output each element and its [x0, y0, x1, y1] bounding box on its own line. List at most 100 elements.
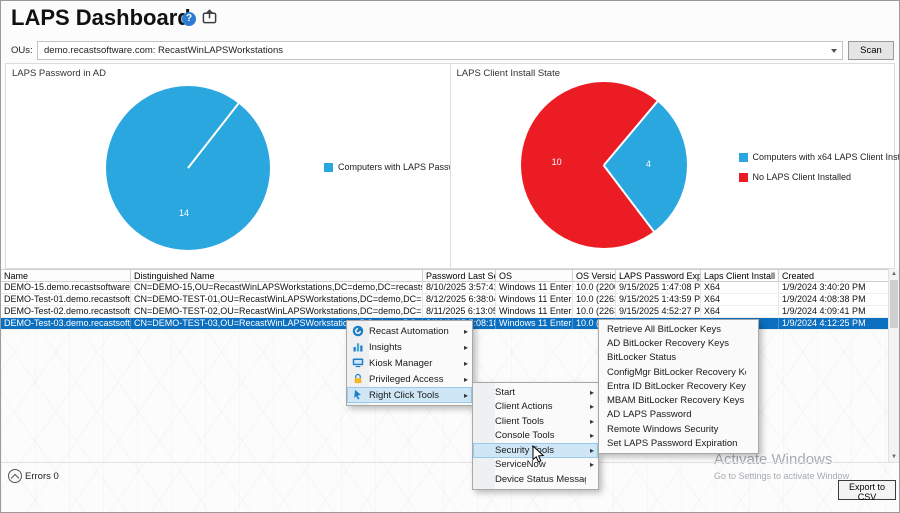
menu-item-recast-automation[interactable]: Recast Automation▸ — [347, 323, 472, 339]
laps-password-legend: Computers with LAPS Password — [324, 162, 468, 172]
menu-item-label: Start — [495, 387, 586, 398]
table-cell: X64 — [701, 294, 779, 305]
table-cell: 8/10/2025 3:57:41 AM — [423, 282, 496, 293]
table-cell: 10.0 (22631) — [573, 294, 616, 305]
menu-item-right-click-tools[interactable]: Right Click Tools▸ — [347, 387, 472, 403]
menu-item-ad-bitlocker-recovery-keys[interactable]: AD BitLocker Recovery Keys — [599, 336, 758, 350]
table-cell: X64 — [701, 306, 779, 317]
pie-value-label: 4 — [640, 159, 656, 169]
table-cell: 1/9/2024 4:12:25 PM — [779, 318, 889, 329]
menu-item-label: BitLocker Status — [607, 352, 746, 363]
legend-item: No LAPS Client Installed — [739, 172, 900, 182]
column-header-laps-password-expiration[interactable]: LAPS Password Expiration — [616, 269, 701, 282]
column-header-name[interactable]: Name — [1, 269, 131, 282]
laps-password-pie-chart: 14 — [106, 86, 270, 250]
popout-icon[interactable] — [202, 9, 217, 29]
menu-item-security-tools[interactable]: Security Tools▸ — [473, 443, 598, 458]
table-scrollbar[interactable]: ▲ ▼ — [888, 269, 899, 462]
table-cell: 10.0 (22000) — [573, 282, 616, 293]
legend-swatch — [739, 173, 748, 182]
column-header-laps-client-install-state[interactable]: Laps Client Install State — [701, 269, 779, 282]
laps-password-chart-panel: LAPS Password in AD 14 Computers with LA… — [6, 64, 450, 268]
table-cell: 8/11/2025 6:13:05 PM — [423, 306, 496, 317]
menu-item-label: Console Tools — [495, 430, 586, 441]
right-click-tools-submenu: Start▸Client Actions▸Client Tools▸Consol… — [472, 382, 599, 490]
column-header-created[interactable]: Created — [779, 269, 889, 282]
menu-item-start[interactable]: Start▸ — [473, 385, 598, 400]
menu-item-label: Recast Automation — [369, 326, 460, 337]
pie-value-label: 14 — [176, 208, 192, 218]
table-cell: Windows 11 Enterprise — [496, 306, 573, 317]
table-cell: X64 — [701, 282, 779, 293]
pie-value-label: 10 — [549, 157, 565, 167]
menu-item-bitlocker-status[interactable]: BitLocker Status — [599, 351, 758, 365]
table-row[interactable]: DEMO-Test-02.demo.recastsoftware.comCN=D… — [1, 306, 889, 318]
chevron-down-icon — [831, 49, 837, 53]
ou-select[interactable]: demo.recastsoftware.com: RecastWinLAPSWo… — [37, 41, 843, 60]
menu-item-console-tools[interactable]: Console Tools▸ — [473, 429, 598, 444]
menu-item-client-tools[interactable]: Client Tools▸ — [473, 414, 598, 429]
help-icon[interactable]: ? — [182, 12, 196, 26]
table-cell: CN=DEMO-15,OU=RecastWinLAPSWorkstations,… — [131, 282, 423, 293]
table-cell: 10.0 (22631) — [573, 306, 616, 317]
menu-item-privileged-access[interactable]: Privileged Access▸ — [347, 371, 472, 387]
column-header-os-version[interactable]: OS Version — [573, 269, 616, 282]
menu-item-retrieve-all-bitlocker-keys[interactable]: Retrieve All BitLocker Keys — [599, 322, 758, 336]
table-cell: 1/9/2024 3:40:20 PM — [779, 282, 889, 293]
menu-item-kiosk-manager[interactable]: Kiosk Manager▸ — [347, 355, 472, 371]
menu-item-set-laps-password-expiration[interactable]: Set LAPS Password Expiration — [599, 436, 758, 450]
pie-slice-divider — [603, 165, 654, 232]
menu-item-configmgr-bitlocker-recovery-keys[interactable]: ConfigMgr BitLocker Recovery Keys — [599, 365, 758, 379]
submenu-arrow-icon: ▸ — [586, 417, 594, 426]
menu-item-entra-id-bitlocker-recovery-keys[interactable]: Entra ID BitLocker Recovery Keys — [599, 379, 758, 393]
insights-icon — [347, 341, 369, 353]
submenu-arrow-icon: ▸ — [460, 359, 468, 368]
column-header-password-last-set[interactable]: Password Last Set — [423, 269, 496, 282]
table-row[interactable]: DEMO-15.demo.recastsoftware.comCN=DEMO-1… — [1, 282, 889, 294]
table-cell: 9/15/2025 1:47:08 PM — [616, 282, 701, 293]
client-install-legend: Computers with x64 LAPS Client Installed… — [739, 152, 900, 182]
menu-item-label: Client Tools — [495, 416, 586, 427]
menu-item-label: ServiceNow — [495, 459, 586, 470]
scroll-down-icon[interactable]: ▼ — [889, 452, 899, 462]
table-cell: CN=DEMO-TEST-02,OU=RecastWinLAPSWorkstat… — [131, 306, 423, 317]
export-to-csv-button[interactable]: Export to CSV — [838, 480, 896, 500]
scrollbar-thumb[interactable] — [890, 280, 898, 328]
table-cell: 1/9/2024 4:08:38 PM — [779, 294, 889, 305]
menu-item-device-status-messages[interactable]: Device Status Messages — [473, 472, 598, 487]
menu-item-servicenow[interactable]: ServiceNow▸ — [473, 458, 598, 473]
column-header-os[interactable]: OS — [496, 269, 573, 282]
table-cell: Windows 11 Enterprise — [496, 282, 573, 293]
menu-item-label: AD BitLocker Recovery Keys — [607, 338, 746, 349]
ous-label: OUs: — [11, 45, 33, 56]
menu-item-label: Set LAPS Password Expiration — [607, 438, 746, 449]
scroll-up-icon[interactable]: ▲ — [889, 269, 899, 279]
table-cell: CN=DEMO-TEST-01,OU=RecastWinLAPSWorkstat… — [131, 294, 423, 305]
client-install-pie-chart: 4 10 — [521, 82, 687, 248]
table-cell: DEMO-Test-01.demo.recastsoftware.com — [1, 294, 131, 305]
pie-slice-divider — [603, 101, 658, 166]
table-cell: Windows 11 Enterprise — [496, 294, 573, 305]
menu-item-remote-windows-security[interactable]: Remote Windows Security — [599, 422, 758, 436]
errors-count-label: Errors 0 — [25, 471, 59, 482]
menu-item-label: Kiosk Manager — [369, 358, 460, 369]
menu-item-label: Entra ID BitLocker Recovery Keys — [607, 381, 746, 392]
laps-dashboard-window: LAPS Dashboard ? OUs: demo.recastsoftwar… — [0, 0, 900, 513]
table-cell: DEMO-Test-02.demo.recastsoftware.com — [1, 306, 131, 317]
menu-item-label: AD LAPS Password — [607, 409, 746, 420]
collapse-errors-icon[interactable] — [8, 469, 22, 483]
table-row[interactable]: DEMO-Test-01.demo.recastsoftware.comCN=D… — [1, 294, 889, 306]
table-cell: 9/15/2025 1:43:59 PM — [616, 294, 701, 305]
right-click-tools-icon — [347, 389, 369, 401]
menu-item-label: Security Tools — [495, 445, 586, 456]
client-install-chart-title: LAPS Client Install State — [457, 68, 561, 79]
scan-button[interactable]: Scan — [848, 41, 894, 60]
menu-item-mbam-bitlocker-recovery-keys[interactable]: MBAM BitLocker Recovery Keys — [599, 393, 758, 407]
column-header-distinguished-name[interactable]: Distinguished Name — [131, 269, 423, 282]
recast-automation-icon — [347, 325, 369, 337]
submenu-arrow-icon: ▸ — [460, 343, 468, 352]
menu-item-client-actions[interactable]: Client Actions▸ — [473, 400, 598, 415]
menu-item-ad-laps-password[interactable]: AD LAPS Password — [599, 408, 758, 422]
menu-item-insights[interactable]: Insights▸ — [347, 339, 472, 355]
table-header: NameDistinguished NamePassword Last SetO… — [1, 269, 889, 282]
